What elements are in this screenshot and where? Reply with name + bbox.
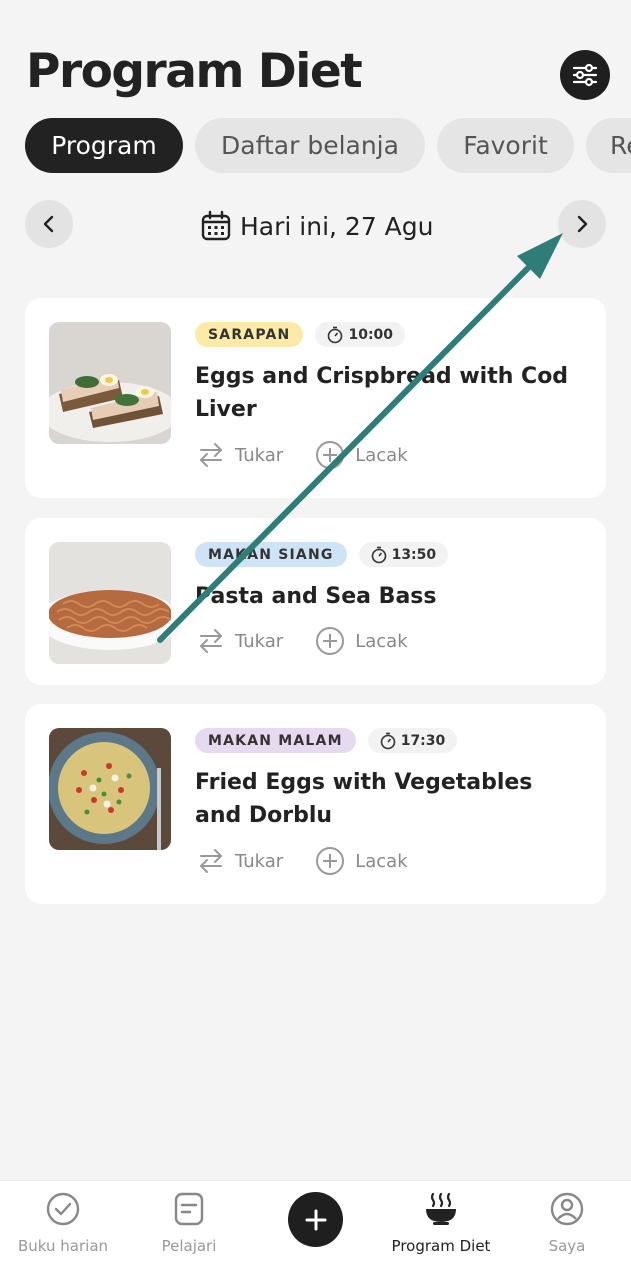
swap-icon xyxy=(200,629,222,653)
track-button[interactable]: Lacak xyxy=(315,846,408,876)
date-text: Hari ini, 27 Agu xyxy=(240,211,434,241)
stopwatch-icon xyxy=(371,546,386,563)
chevron-left-icon xyxy=(43,215,54,233)
date-navigator: Hari ini, 27 Agu xyxy=(0,200,631,252)
meal-image-pasta xyxy=(49,542,171,664)
category-badge: MAKAN MALAM xyxy=(195,728,356,753)
plus-circle-icon xyxy=(316,441,345,469)
add-button[interactable] xyxy=(288,1192,343,1247)
meal-time: 17:30 xyxy=(400,732,446,749)
nav-pelajari[interactable]: Pelajari xyxy=(126,1181,252,1280)
next-day-button[interactable] xyxy=(558,200,606,248)
check-circle-icon xyxy=(46,1192,80,1226)
track-label: Lacak xyxy=(355,444,408,466)
page-title: Program Diet xyxy=(26,44,363,99)
chevron-right-icon xyxy=(577,215,588,233)
tab-program[interactable]: Program xyxy=(25,118,183,173)
tab-favorit[interactable]: Favorit xyxy=(437,118,574,173)
time-badge: 17:30 xyxy=(367,728,458,753)
nav-label: Pelajari xyxy=(161,1237,217,1255)
track-label: Lacak xyxy=(355,630,408,652)
stopwatch-icon xyxy=(380,732,396,749)
meal-actions: Tukar Lacak xyxy=(197,846,408,876)
stopwatch-icon xyxy=(328,326,343,343)
date-label[interactable]: Hari ini, 27 Agu xyxy=(200,206,434,246)
swap-button[interactable]: Tukar xyxy=(197,627,283,655)
track-label: Lacak xyxy=(355,850,408,872)
sliders-icon xyxy=(572,63,598,87)
meal-card-makan-siang[interactable]: MAKAN SIANG 13:50 Pasta and Sea Bass Tuk… xyxy=(25,518,606,685)
meal-card-sarapan[interactable]: SARAPAN 10:00 Eggs and Crispbread with C… xyxy=(25,298,606,498)
swap-label: Tukar xyxy=(235,444,284,466)
plus-circle-icon xyxy=(316,847,345,875)
meal-name[interactable]: Pasta and Sea Bass xyxy=(195,580,585,613)
track-button[interactable]: Lacak xyxy=(315,440,408,470)
tab-daftar-belanja[interactable]: Daftar belanja xyxy=(195,118,425,173)
meal-actions: Tukar Lacak xyxy=(197,440,408,470)
plus-icon xyxy=(305,1209,326,1230)
tab-resep[interactable]: Re xyxy=(586,118,631,173)
plus-circle-icon xyxy=(316,627,345,655)
nav-program-diet[interactable]: Program Diet xyxy=(378,1181,504,1280)
swap-label: Tukar xyxy=(235,850,284,872)
meal-card-makan-malam[interactable]: MAKAN MALAM 17:30 Fried Eggs with Vegeta… xyxy=(25,704,606,904)
calendar-icon xyxy=(201,210,231,241)
time-badge: 13:50 xyxy=(358,542,449,567)
nav-label: Program Diet xyxy=(391,1237,491,1255)
nav-saya[interactable]: Saya xyxy=(504,1181,630,1280)
meal-badges: MAKAN MALAM 17:30 xyxy=(195,728,458,753)
bowl-icon xyxy=(426,1192,456,1225)
nav-label: Buku harian xyxy=(17,1237,109,1255)
meal-badges: SARAPAN 10:00 xyxy=(195,322,406,347)
swap-button[interactable]: Tukar xyxy=(197,847,283,875)
bottom-nav: Buku harian Pelajari Program Diet Saya xyxy=(0,1180,631,1280)
user-icon xyxy=(550,1192,584,1226)
category-badge: SARAPAN xyxy=(195,322,304,347)
swap-icon xyxy=(200,443,222,467)
meal-name[interactable]: Fried Eggs with Vegetables and Dorblu xyxy=(195,766,585,832)
meal-name[interactable]: Eggs and Crispbread with Cod Liver xyxy=(195,360,585,426)
meal-time: 13:50 xyxy=(391,546,437,563)
category-badge: MAKAN SIANG xyxy=(195,542,347,567)
filter-button[interactable] xyxy=(560,50,610,100)
swap-label: Tukar xyxy=(235,630,284,652)
nav-label: Saya xyxy=(548,1237,586,1255)
meal-actions: Tukar Lacak xyxy=(197,626,408,656)
meal-badges: MAKAN SIANG 13:50 xyxy=(195,542,449,567)
swap-button[interactable]: Tukar xyxy=(197,441,283,469)
tab-bar: Program Daftar belanja Favorit Re xyxy=(0,118,631,174)
prev-day-button[interactable] xyxy=(25,200,73,248)
meal-image-eggs-crispbread xyxy=(49,322,171,444)
swap-icon xyxy=(200,849,222,873)
time-badge: 10:00 xyxy=(315,322,406,347)
note-icon xyxy=(174,1192,204,1226)
track-button[interactable]: Lacak xyxy=(315,626,408,656)
meal-time: 10:00 xyxy=(348,326,394,343)
header: Program Diet xyxy=(0,0,631,110)
nav-buku-harian[interactable]: Buku harian xyxy=(0,1181,126,1280)
meal-image-fried-eggs xyxy=(49,728,171,850)
